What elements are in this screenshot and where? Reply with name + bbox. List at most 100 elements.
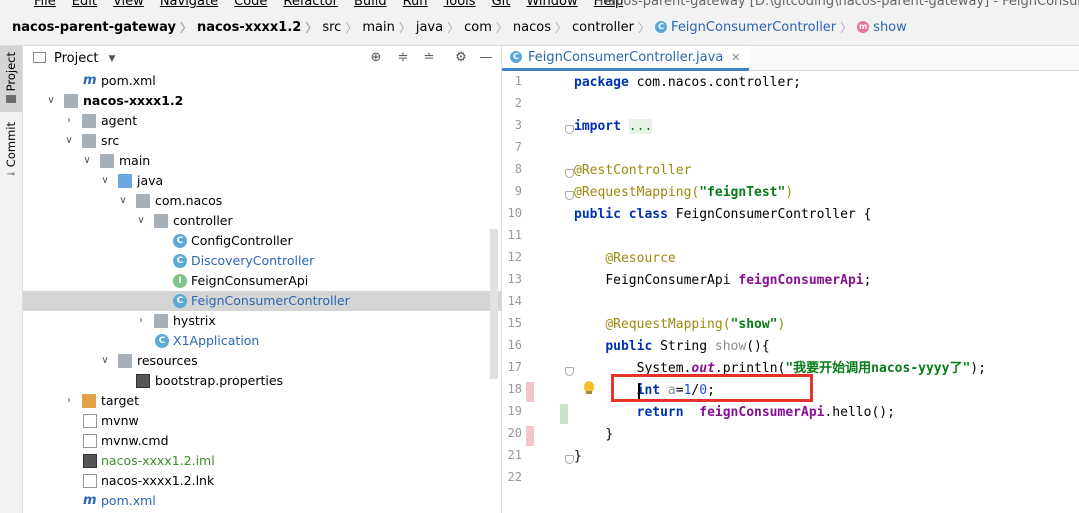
line-number: 19 xyxy=(507,404,522,418)
breadcrumb-item-method[interactable]: m show xyxy=(857,20,907,35)
breadcrumb-item-java[interactable]: java 〉 xyxy=(416,19,464,36)
project-tool-tab[interactable]: Project xyxy=(0,46,22,112)
line-number: 15 xyxy=(507,316,522,330)
line-number: 2 xyxy=(514,96,522,110)
chevron-down-icon[interactable]: ∨ xyxy=(100,351,110,371)
close-icon[interactable]: ✕ xyxy=(731,51,740,64)
hide-panel-icon[interactable]: — xyxy=(478,50,494,66)
tree-item[interactable]: › hystrix xyxy=(23,311,501,331)
breadcrumb-item-main[interactable]: main 〉 xyxy=(362,19,416,36)
line-number: 16 xyxy=(507,338,522,352)
chevron-down-icon[interactable]: ∨ xyxy=(100,171,110,191)
chevron-right-icon[interactable]: › xyxy=(64,111,74,131)
menu-item-code[interactable]: Code xyxy=(234,0,267,9)
tree-item[interactable]: I FeignConsumerApi xyxy=(23,271,501,291)
tree-item[interactable]: ∨ main xyxy=(23,151,501,171)
fold-icon[interactable] xyxy=(565,125,574,134)
collapse-all-icon[interactable]: ≐ xyxy=(421,50,437,66)
commit-tool-tab[interactable]: Commit ⊸ xyxy=(0,122,22,192)
tree-item[interactable]: ∨ nacos-xxxx1.2 xyxy=(23,91,501,111)
gear-icon[interactable]: ⚙ xyxy=(453,50,469,66)
method-icon: m xyxy=(857,21,870,33)
tree-item-label: nacos-xxxx1.2 xyxy=(83,93,184,108)
class-icon: C xyxy=(173,234,187,248)
spring-class-icon: C xyxy=(155,334,169,348)
fold-icon[interactable] xyxy=(565,169,574,178)
line-number: 3 xyxy=(514,118,522,132)
tree-item[interactable]: ∨ controller xyxy=(23,211,501,231)
menu-item-edit[interactable]: Edit xyxy=(72,0,97,9)
chevron-down-icon[interactable]: ∨ xyxy=(64,131,74,151)
chevron-down-icon[interactable]: ∨ xyxy=(82,151,92,171)
maven-icon: m xyxy=(83,493,97,508)
line-number: 14 xyxy=(507,294,522,308)
class-icon: C xyxy=(510,51,522,63)
chevron-right-icon[interactable]: › xyxy=(136,311,146,331)
chevron-down-icon[interactable]: ∨ xyxy=(118,191,128,211)
breadcrumb-item-src[interactable]: src 〉 xyxy=(322,19,362,36)
menu-item-window[interactable]: Window xyxy=(526,0,577,9)
tree-item[interactable]: ∨ src xyxy=(23,131,501,151)
menu-item-refactor[interactable]: Refactor xyxy=(283,0,338,9)
breadcrumb-item-class[interactable]: C FeignConsumerController 〉 xyxy=(655,19,857,36)
breadcrumb-item-controller[interactable]: controller 〉 xyxy=(572,19,655,36)
tree-item[interactable]: C ConfigController xyxy=(23,231,501,251)
tree-item[interactable]: m pom.xml xyxy=(23,491,501,511)
file-icon xyxy=(83,434,97,448)
tree-item[interactable]: nacos-xxxx1.2.iml xyxy=(23,451,501,471)
highlight-box xyxy=(611,374,813,402)
code-line: return feignConsumerApi.hello(); xyxy=(636,405,895,420)
breadcrumb-item-project[interactable]: nacos-parent-gateway 〉 xyxy=(12,19,197,36)
tree-item-label: mvnw xyxy=(101,413,139,428)
tree-item[interactable]: C DiscoveryController xyxy=(23,251,501,271)
menu-item-git[interactable]: Git xyxy=(492,0,511,9)
menu-item-view[interactable]: View xyxy=(113,0,144,9)
tree-item[interactable]: nacos-xxxx1.2.lnk xyxy=(23,471,501,491)
tree-item-selected[interactable]: C FeignConsumerController xyxy=(23,291,501,311)
code-line: @RequestMapping("show") xyxy=(605,317,786,332)
chevron-right-icon[interactable]: › xyxy=(64,391,74,411)
chevron-down-icon[interactable]: ∨ xyxy=(136,211,146,231)
breadcrumb-item-com[interactable]: com 〉 xyxy=(464,19,513,36)
tree-item[interactable]: C X1Application xyxy=(23,331,501,351)
menu-item-navigate[interactable]: Navigate xyxy=(160,0,218,9)
tree-item[interactable]: › agent xyxy=(23,111,501,131)
tree-item[interactable]: › target xyxy=(23,391,501,411)
menu-item-tools[interactable]: Tools xyxy=(444,0,476,9)
locate-icon[interactable]: ⊕ xyxy=(368,50,384,66)
line-number: 12 xyxy=(507,250,522,264)
folder-icon xyxy=(82,114,96,128)
line-number: 18 xyxy=(507,382,522,396)
fold-icon[interactable] xyxy=(565,191,574,200)
tree-item-label: resources xyxy=(137,353,198,368)
folded-imports[interactable]: ... xyxy=(628,119,653,134)
code-editor: C FeignConsumerController.java ✕ 1 2 3 7… xyxy=(502,46,1079,513)
tree-item[interactable]: ∨ java xyxy=(23,171,501,191)
expand-all-icon[interactable]: ≑ xyxy=(395,50,411,66)
tree-scrollbar[interactable] xyxy=(490,229,498,379)
menu-items: File Edit View Navigate Code Refactor Build Run… xyxy=(34,0,623,9)
tree-item-label: ConfigController xyxy=(191,233,293,248)
iml-icon xyxy=(83,454,97,468)
menu-item-build[interactable]: Build xyxy=(354,0,387,9)
breadcrumb-item-nacos[interactable]: nacos 〉 xyxy=(513,19,572,36)
chevron-down-icon[interactable]: ▼ xyxy=(108,54,115,64)
tree-item[interactable]: mvnw.cmd xyxy=(23,431,501,451)
tree-item[interactable]: m pom.xml xyxy=(23,71,501,91)
commit-tool-label: Commit xyxy=(4,122,18,168)
fold-icon[interactable] xyxy=(565,367,574,376)
fold-icon[interactable] xyxy=(565,455,574,464)
tree-item[interactable]: bootstrap.properties xyxy=(23,371,501,391)
chevron-down-icon[interactable]: ∨ xyxy=(46,91,56,111)
change-marker xyxy=(526,426,534,446)
tree-item[interactable]: ∨ resources xyxy=(23,351,501,371)
tree-item[interactable]: mvnw xyxy=(23,411,501,431)
file-icon xyxy=(83,474,97,488)
menu-item-run[interactable]: Run xyxy=(403,0,428,9)
tree-item[interactable]: ∨ com.nacos xyxy=(23,191,501,211)
tree-item-label: nacos-xxxx1.2.lnk xyxy=(101,473,215,488)
breadcrumb-item-module[interactable]: nacos-xxxx1.2 〉 xyxy=(197,19,322,36)
class-icon: C xyxy=(173,294,187,308)
editor-tab[interactable]: C FeignConsumerController.java ✕ xyxy=(502,46,749,71)
menu-item-file[interactable]: File xyxy=(34,0,56,9)
